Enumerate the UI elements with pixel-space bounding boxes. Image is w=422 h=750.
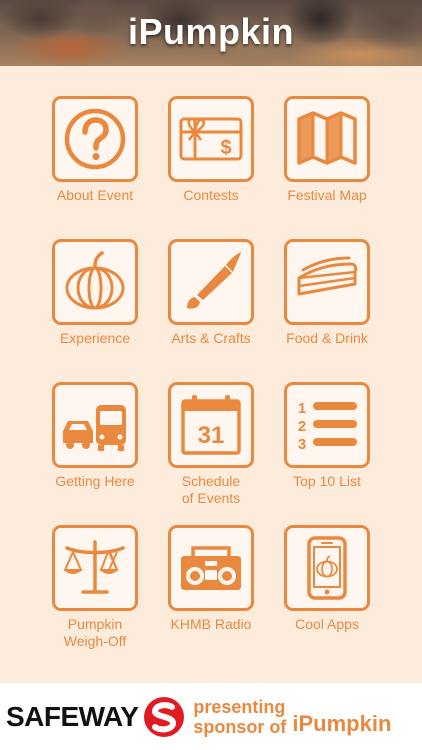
calendar-day: 31 (198, 422, 225, 449)
tile-festival-map[interactable]: Festival Map (268, 96, 386, 204)
tile-weigh-off-box[interactable] (52, 525, 138, 611)
tile-top-10-box[interactable]: 1 2 3 (284, 382, 370, 468)
tile-getting-here-box[interactable] (52, 382, 138, 468)
header-banner: iPumpkin (0, 0, 422, 66)
presenting-text: presenting sponsor of (193, 697, 286, 737)
question-mark-icon (64, 108, 126, 170)
calendar-icon: 31 (181, 395, 241, 455)
safeway-s-logo-icon (144, 696, 185, 737)
paintbrush-icon (187, 252, 241, 309)
tile-label: KHMB Radio (170, 616, 252, 632)
footer-app-name: iPumpkin (292, 710, 392, 736)
tile-label: Festival Map (287, 187, 367, 203)
tile-arts-crafts-box[interactable] (168, 239, 254, 325)
phone-icon (307, 536, 347, 600)
tile-label: Getting Here (55, 473, 135, 489)
tile-festival-map-box[interactable] (284, 96, 370, 182)
tile-contests[interactable]: $ Contests (152, 96, 270, 204)
pumpkin-icon (65, 251, 125, 310)
tile-khmb-radio-box[interactable] (168, 525, 254, 611)
tile-schedule-box[interactable]: 31 (168, 382, 254, 468)
tile-arts-crafts[interactable]: Arts & Crafts (152, 239, 270, 347)
tile-label: Arts & Crafts (171, 330, 251, 346)
presenting-line1: presenting (193, 696, 286, 717)
tile-label: Food & Drink (286, 330, 368, 346)
tile-top-10[interactable]: 1 2 3 Top 10 List (268, 382, 386, 490)
sponsor-name: SAFEWAY (6, 700, 139, 732)
list-number: 3 (298, 436, 306, 453)
tile-about-event[interactable]: About Event (36, 96, 154, 204)
tile-cool-apps-box[interactable] (284, 525, 370, 611)
tile-schedule[interactable]: 31 Schedule of Events (152, 382, 270, 507)
tile-label: Cool Apps (295, 616, 359, 632)
tile-getting-here[interactable]: Getting Here (36, 382, 154, 490)
list-number: 1 (298, 400, 306, 417)
svg-text:$: $ (220, 137, 231, 159)
tile-experience[interactable]: Experience (36, 239, 154, 347)
tile-food-drink[interactable]: Food & Drink (268, 239, 386, 347)
tile-food-drink-box[interactable] (284, 239, 370, 325)
tile-contests-box[interactable]: $ (168, 96, 254, 182)
boombox-icon (181, 546, 241, 590)
sponsor-footer[interactable]: SAFEWAY presenting sponsor of iPumpkin (0, 683, 422, 750)
tile-label: About Event (56, 187, 134, 203)
list-number: 2 (298, 418, 306, 435)
tile-label: Contests (183, 187, 239, 203)
gift-card-icon: $ (179, 117, 243, 161)
numbered-list-icon: 1 2 3 (298, 400, 357, 453)
tile-cool-apps[interactable]: Cool Apps (268, 525, 386, 633)
tile-about-event-box[interactable] (52, 96, 138, 182)
tile-experience-box[interactable] (52, 239, 138, 325)
tile-weigh-off[interactable]: Pumpkin Weigh-Off (36, 525, 154, 650)
tile-label: Top 10 List (293, 473, 361, 489)
car-bus-icon (63, 405, 126, 451)
pie-slice-icon (297, 256, 358, 296)
app-title: iPumpkin (127, 11, 295, 52)
tile-label: Experience (59, 330, 131, 346)
tile-label: Schedule of Events (181, 473, 241, 506)
tile-label: Pumpkin Weigh-Off (63, 616, 127, 649)
presenting-line2: sponsor of (193, 716, 287, 737)
folded-map-icon (297, 111, 357, 165)
scale-icon (63, 540, 125, 594)
tile-khmb-radio[interactable]: KHMB Radio (152, 525, 270, 633)
